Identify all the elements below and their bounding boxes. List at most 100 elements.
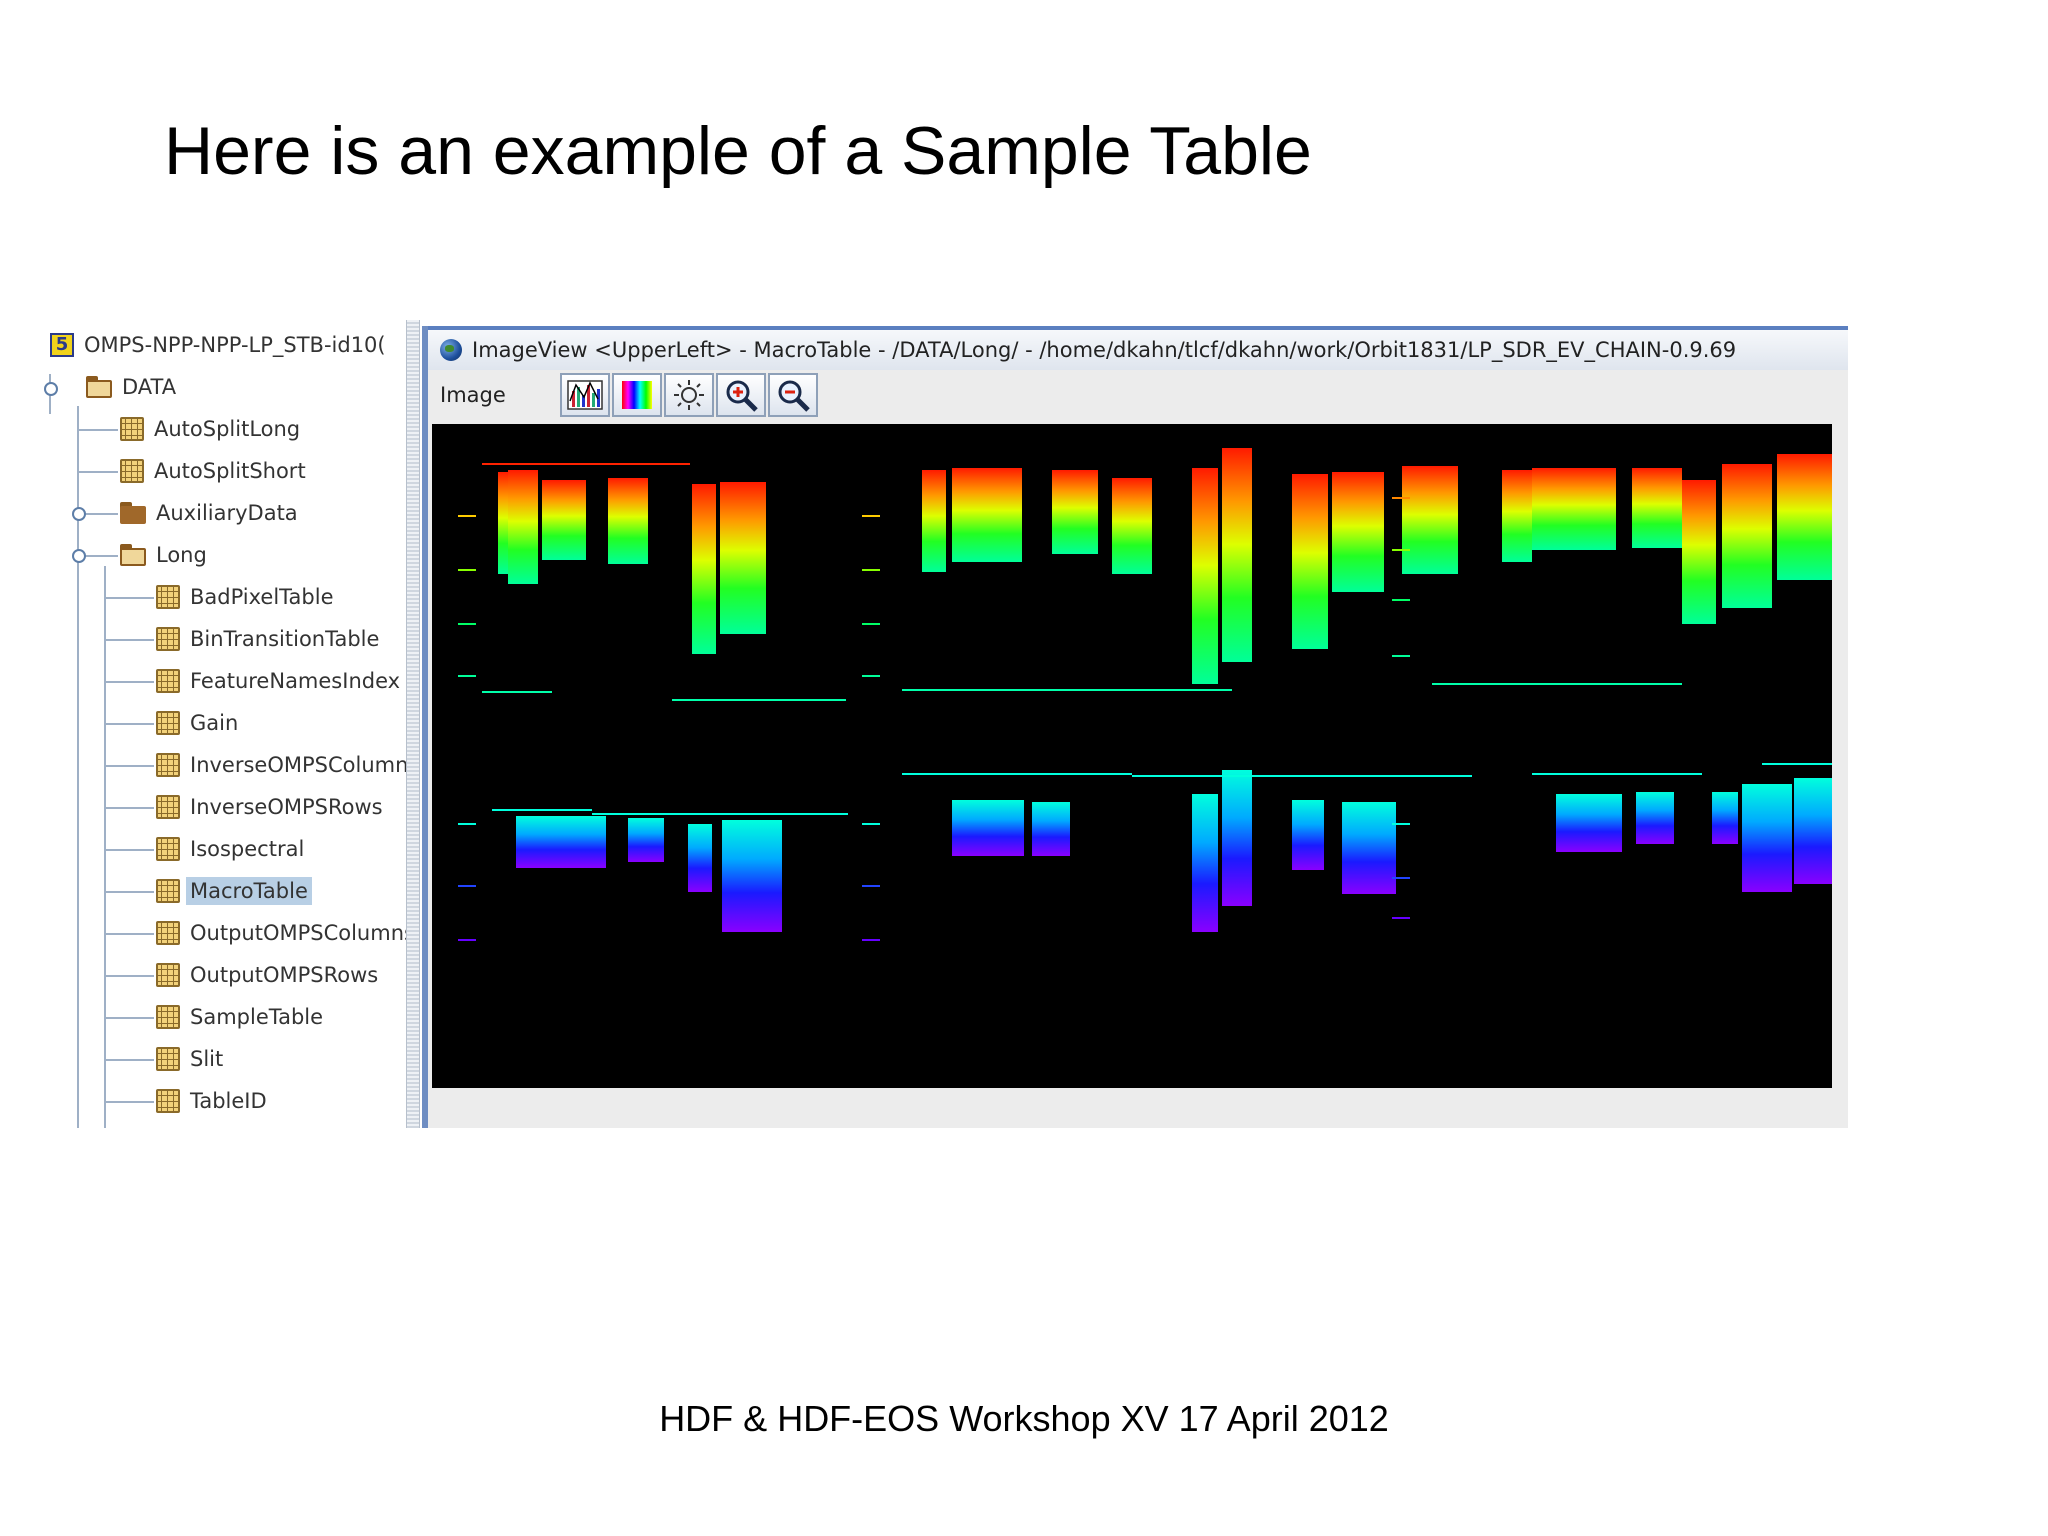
tree-item-auxiliarydata[interactable]: AuxiliaryData bbox=[120, 494, 302, 532]
folder-open-icon bbox=[86, 376, 112, 398]
dataset-icon bbox=[156, 669, 180, 693]
tree-item-label: AutoSplitLong bbox=[154, 417, 301, 441]
image-block-top bbox=[1632, 468, 1682, 548]
image-block-top bbox=[692, 484, 716, 654]
tree-item-label: OutputOMPSRows bbox=[190, 963, 379, 987]
file-tree: 5 OMPS-NPP-NPP-LP_STB-id10( DATA AutoSpl… bbox=[40, 320, 406, 1128]
globe-icon bbox=[440, 339, 462, 361]
image-block-bottom bbox=[1636, 792, 1674, 844]
tree-item-slit[interactable]: Slit bbox=[156, 1040, 227, 1078]
expand-toggle-icon[interactable] bbox=[44, 382, 58, 396]
dataset-icon bbox=[120, 417, 144, 441]
folder-open-icon bbox=[120, 544, 146, 566]
palette-icon bbox=[622, 381, 652, 409]
image-view-window: ImageView <UpperLeft> - MacroTable - /DA… bbox=[422, 326, 1848, 1128]
image-block-top bbox=[1222, 448, 1252, 662]
image-block-bottom bbox=[1712, 792, 1738, 844]
image-block-top bbox=[1292, 474, 1328, 649]
dataset-icon bbox=[156, 921, 180, 945]
tree-item-label: Long bbox=[156, 543, 207, 567]
tree-item-inverseompscolumn[interactable]: InverseOMPSColumn bbox=[156, 746, 406, 784]
tree-item-isospectral[interactable]: Isospectral bbox=[156, 830, 308, 868]
image-block-top bbox=[1332, 472, 1384, 592]
tree-item-badpixeltable[interactable]: BadPixelTable bbox=[156, 578, 337, 616]
histogram-icon bbox=[567, 380, 603, 410]
image-block-top bbox=[1192, 468, 1218, 684]
menu-bar: Image bbox=[428, 370, 1848, 420]
tree-item-autosplitshort[interactable]: AutoSplitShort bbox=[120, 452, 310, 490]
image-canvas[interactable] bbox=[432, 424, 1832, 1088]
tree-item-outputompscolumns[interactable]: OutputOMPSColumns bbox=[156, 914, 406, 952]
tree-item-long[interactable]: Long bbox=[120, 536, 211, 574]
tree-item-label: Gain bbox=[190, 711, 239, 735]
tree-item-outputompsrows[interactable]: OutputOMPSRows bbox=[156, 956, 382, 994]
tree-item-label: Slit bbox=[190, 1047, 224, 1071]
tree-item-tableid[interactable]: TableID bbox=[156, 1082, 271, 1120]
tree-item-label: AuxiliaryData bbox=[156, 501, 298, 525]
image-block-bottom bbox=[516, 816, 606, 868]
tree-item-featurenamesindex[interactable]: FeatureNamesIndex bbox=[156, 662, 404, 700]
image-block-top bbox=[542, 480, 586, 560]
dataset-icon bbox=[156, 1089, 180, 1113]
tree-item-label: OutputOMPSColumns bbox=[190, 921, 406, 945]
tree-item-inverseompsrows[interactable]: InverseOMPSRows bbox=[156, 788, 387, 826]
dataset-icon bbox=[156, 1005, 180, 1029]
window-title-bar[interactable]: ImageView <UpperLeft> - MacroTable - /DA… bbox=[428, 326, 1848, 370]
tree-item-label: AutoSplitShort bbox=[154, 459, 306, 483]
macrotable-image bbox=[458, 448, 1832, 941]
image-block-bottom bbox=[1342, 802, 1396, 894]
palette-button[interactable] bbox=[612, 373, 662, 417]
zoom-in-button[interactable] bbox=[716, 373, 766, 417]
histogram-button[interactable] bbox=[560, 373, 610, 417]
dataset-icon bbox=[156, 963, 180, 987]
image-block-bottom bbox=[688, 824, 712, 892]
image-block-top bbox=[1502, 470, 1532, 562]
image-block-bottom bbox=[1794, 778, 1832, 884]
split-pane-divider[interactable] bbox=[406, 320, 420, 1128]
image-block-bottom bbox=[1742, 784, 1792, 892]
tree-item-bintransitiontable[interactable]: BinTransitionTable bbox=[156, 620, 383, 658]
dataset-icon bbox=[156, 711, 180, 735]
slide-title: Here is an example of a Sample Table bbox=[164, 113, 1312, 189]
tree-item-label: InverseOMPSColumn bbox=[190, 753, 406, 777]
brightness-icon bbox=[674, 380, 704, 410]
expand-toggle-icon[interactable] bbox=[72, 549, 86, 563]
image-block-top bbox=[1112, 478, 1152, 574]
dataset-icon bbox=[156, 585, 180, 609]
zoom-in-icon bbox=[726, 380, 758, 412]
dataset-icon bbox=[120, 459, 144, 483]
tree-item-macrotable[interactable]: MacroTable bbox=[156, 872, 312, 910]
zoom-out-button[interactable] bbox=[768, 373, 818, 417]
image-block-bottom bbox=[1292, 800, 1324, 870]
menu-image[interactable]: Image bbox=[440, 383, 560, 407]
image-block-top bbox=[1777, 454, 1832, 580]
tree-item-autosplitlong[interactable]: AutoSplitLong bbox=[120, 410, 304, 448]
slide-footer: HDF & HDF-EOS Workshop XV 17 April 2012 bbox=[659, 1398, 1389, 1439]
window-title: ImageView <UpperLeft> - MacroTable - /DA… bbox=[472, 338, 1737, 362]
dataset-icon bbox=[156, 753, 180, 777]
image-block-top bbox=[1052, 470, 1098, 554]
expand-toggle-icon[interactable] bbox=[72, 507, 86, 521]
image-block-bottom bbox=[1032, 802, 1070, 856]
tree-item-sampletable[interactable]: SampleTable bbox=[156, 998, 327, 1036]
image-block-bottom bbox=[628, 818, 664, 862]
tree-item-label: TableID bbox=[190, 1089, 267, 1113]
dataset-icon bbox=[156, 879, 180, 903]
brightness-button[interactable] bbox=[664, 373, 714, 417]
folder-icon bbox=[120, 502, 146, 524]
image-block-top bbox=[1722, 464, 1772, 608]
image-block-bottom bbox=[722, 820, 782, 932]
image-block-top bbox=[720, 482, 766, 634]
image-block-bottom bbox=[1556, 794, 1622, 852]
image-block-top bbox=[1682, 480, 1716, 624]
image-block-top bbox=[1532, 468, 1616, 550]
tree-node-data[interactable]: DATA bbox=[86, 368, 180, 406]
tree-item-gain[interactable]: Gain bbox=[156, 704, 242, 742]
image-block-bottom bbox=[1192, 794, 1218, 932]
dataset-icon bbox=[156, 795, 180, 819]
image-block-top bbox=[952, 468, 1022, 562]
image-block-top bbox=[922, 470, 946, 572]
tree-item-label: BadPixelTable bbox=[190, 585, 334, 609]
image-block-top bbox=[508, 470, 538, 584]
tree-root[interactable]: 5 OMPS-NPP-NPP-LP_STB-id10( bbox=[50, 326, 390, 364]
